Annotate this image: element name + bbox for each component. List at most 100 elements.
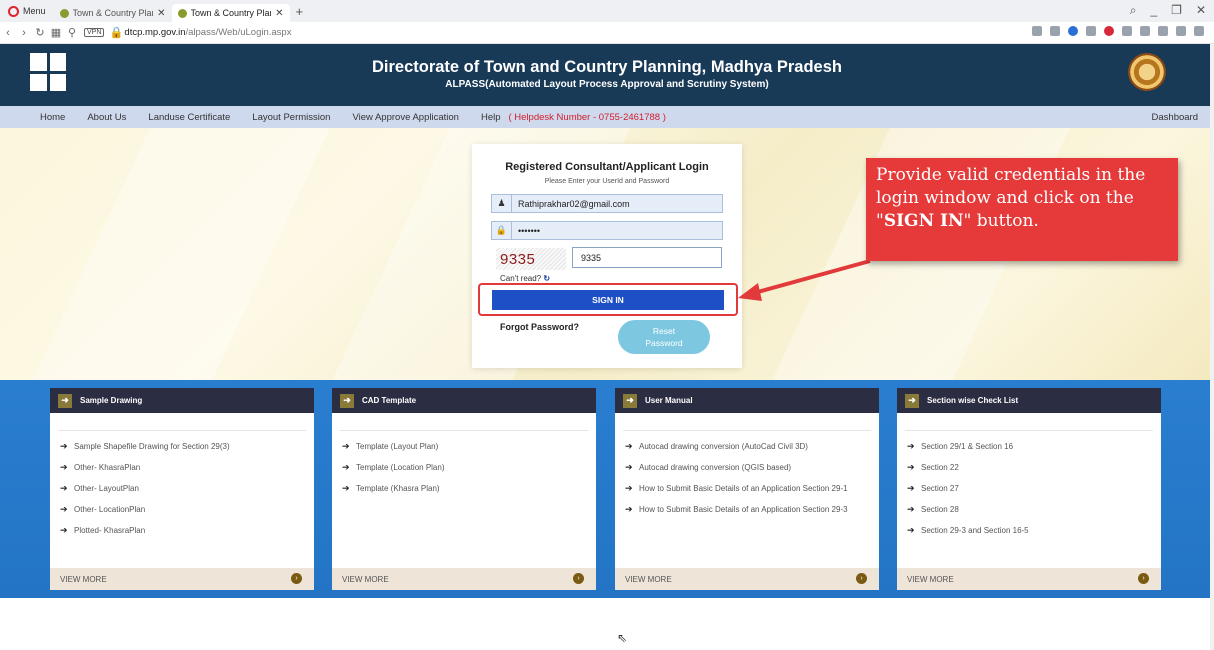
maximize-icon[interactable]: ❐ — [1171, 3, 1182, 18]
forward-icon[interactable]: › — [16, 27, 32, 39]
close-tab-icon[interactable]: ✕ — [275, 8, 283, 19]
cube-icon[interactable] — [1122, 26, 1132, 36]
camera-icon[interactable] — [1050, 26, 1060, 36]
list-item[interactable]: ➔ How to Submit Basic Details of an Appli… — [625, 504, 869, 515]
browser-tab-active[interactable]: Town & Country Planning ✕ — [171, 4, 290, 22]
arrow-right-icon: ➔ — [907, 462, 915, 472]
card-header: ➜ CAD Template — [332, 388, 596, 413]
close-window-icon[interactable]: ✕ — [1196, 3, 1206, 18]
card-header: ➜ Sample Drawing — [50, 388, 314, 413]
url-field[interactable]: dtcp.mp.gov.in/alpass/Web/uLogin.aspx — [124, 27, 291, 38]
search-icon[interactable]: ⚲ — [64, 26, 80, 39]
nav-about-us[interactable]: About Us — [87, 112, 126, 123]
list-item[interactable]: ➔ Sample Shapefile Drawing for Section 29… — [60, 441, 304, 452]
page-scrollbar[interactable] — [1210, 44, 1214, 650]
arrow-right-icon: ➔ — [907, 504, 915, 514]
new-tab-icon[interactable]: + — [296, 4, 304, 19]
browser-tab[interactable]: Town & Country Planning ✕ — [54, 4, 172, 22]
list-item[interactable]: ➔ Section 29-3 and Section 16-5 — [907, 525, 1151, 536]
list-item-label: Section 22 — [921, 463, 959, 472]
profile-icon[interactable] — [1140, 26, 1150, 36]
list-item[interactable]: ➔ Section 28 — [907, 504, 1151, 515]
list-item[interactable]: ➔ Section 27 — [907, 483, 1151, 494]
menu-icon[interactable] — [1194, 26, 1204, 36]
list-item-label: Sample Shapefile Drawing for Section 29(… — [74, 442, 230, 451]
play-icon[interactable] — [1086, 26, 1096, 36]
list-item-label: Template (Location Plan) — [356, 463, 445, 472]
list-item[interactable]: ➔ Other- KhasraPlan — [60, 462, 304, 473]
chevron-circle-icon[interactable]: › — [291, 573, 302, 584]
reload-icon[interactable]: ↻ — [32, 26, 48, 39]
cant-read-link[interactable]: Can't read? ↻ — [500, 274, 550, 283]
list-item[interactable]: ➔ Template (Khasra Plan) — [342, 483, 586, 494]
list-item[interactable]: ➔ Template (Location Plan) — [342, 462, 586, 473]
extension-icons — [1032, 26, 1204, 36]
chevron-circle-icon[interactable]: › — [573, 573, 584, 584]
snapshot-icon[interactable] — [1032, 26, 1042, 36]
tab-title: Town & Country Planning — [190, 8, 272, 18]
speed-dial-icon[interactable]: ▦ — [48, 26, 64, 39]
close-tab-icon[interactable]: ✕ — [157, 8, 165, 19]
back-icon[interactable]: ‹ — [0, 27, 16, 39]
nav-home[interactable]: Home — [40, 112, 65, 123]
list-item-label: Template (Layout Plan) — [356, 442, 439, 451]
state-emblem-icon — [1128, 53, 1166, 91]
list-item[interactable]: ➔ Other- LayoutPlan — [60, 483, 304, 494]
view-more-link[interactable]: VIEW MORE › — [615, 568, 879, 590]
opera-logo-icon — [8, 5, 19, 17]
instruction-callout: Provide valid credentials in the login w… — [866, 158, 1178, 261]
list-item[interactable]: ➔ Plotted- KhasraPlan — [60, 525, 304, 536]
callout-arrow-icon — [738, 259, 871, 301]
view-more-label: VIEW MORE — [625, 574, 672, 584]
arrow-right-icon: ➔ — [625, 504, 633, 514]
forgot-password-link[interactable]: Forgot Password? — [500, 322, 579, 332]
view-more-link[interactable]: VIEW MORE › — [332, 568, 596, 590]
list-item-label: Section 27 — [921, 484, 959, 493]
list-item[interactable]: ➔ Autocad drawing conversion (QGIS based) — [625, 462, 869, 473]
arrow-right-icon: ➔ — [342, 462, 350, 472]
cant-read-label: Can't read? — [500, 274, 542, 283]
password-field[interactable]: 🔒 ••••••• — [491, 221, 723, 240]
chevron-circle-icon[interactable]: › — [856, 573, 867, 584]
arrow-right-icon: ➔ — [342, 441, 350, 451]
nav-view-approve-application[interactable]: View Approve Application — [352, 112, 459, 123]
list-item-label: How to Submit Basic Details of an Applic… — [639, 484, 848, 493]
list-item-label: Template (Khasra Plan) — [356, 484, 440, 493]
login-hint: Please Enter your UserId and Password — [544, 178, 670, 185]
card-section-checklist: ➜ Section wise Check List ➔ Section 29/1 … — [897, 388, 1161, 590]
userid-field[interactable]: ♟ Rathiprakhar02@gmail.com — [491, 194, 723, 213]
list-item[interactable]: ➔ Section 22 — [907, 462, 1151, 473]
heart-icon[interactable] — [1104, 26, 1114, 36]
list-item-label: Section 28 — [921, 505, 959, 514]
nav-dashboard[interactable]: Dashboard — [1152, 112, 1198, 123]
arrow-right-icon: ➔ — [625, 441, 633, 451]
view-more-link[interactable]: VIEW MORE › — [50, 568, 314, 590]
captcha-image: 9335 — [496, 248, 566, 270]
list-item[interactable]: ➔ Section 29/1 & Section 16 — [907, 441, 1151, 452]
battery-icon[interactable] — [1176, 26, 1186, 36]
nav-help[interactable]: Help — [481, 112, 501, 123]
browser-menu-button[interactable]: Menu — [0, 0, 54, 22]
nav-layout-permission[interactable]: Layout Permission — [252, 112, 330, 123]
list-item[interactable]: ➔ Other- LocationPlan — [60, 504, 304, 515]
arrow-right-icon: ➔ — [60, 525, 68, 535]
view-more-link[interactable]: VIEW MORE › — [897, 568, 1161, 590]
browser-menu-label: Menu — [23, 6, 46, 16]
captcha-input[interactable]: 9335 — [572, 247, 722, 268]
chevron-circle-icon[interactable]: › — [1138, 573, 1149, 584]
refresh-icon[interactable]: ↻ — [543, 274, 550, 283]
arrow-right-icon: ➔ — [625, 483, 633, 493]
favicon-icon — [177, 8, 187, 18]
list-item-label: How to Submit Basic Details of an Applic… — [639, 505, 848, 514]
signin-highlight — [478, 283, 738, 316]
nav-landuse-certificate[interactable]: Landuse Certificate — [148, 112, 230, 123]
shield-icon[interactable] — [1068, 26, 1078, 36]
download-icon[interactable] — [1158, 26, 1168, 36]
reset-password-button[interactable]: Reset Password — [618, 320, 710, 354]
list-item[interactable]: ➔ Autocad drawing conversion (AutoCad Civ… — [625, 441, 869, 452]
list-item[interactable]: ➔ How to Submit Basic Details of an Appli… — [625, 483, 869, 494]
list-item[interactable]: ➔ Template (Layout Plan) — [342, 441, 586, 452]
vpn-badge[interactable]: VPN — [84, 28, 105, 37]
search-tabs-icon[interactable]: ⌕ — [1130, 3, 1137, 18]
minimize-icon[interactable]: _ — [1150, 3, 1157, 18]
